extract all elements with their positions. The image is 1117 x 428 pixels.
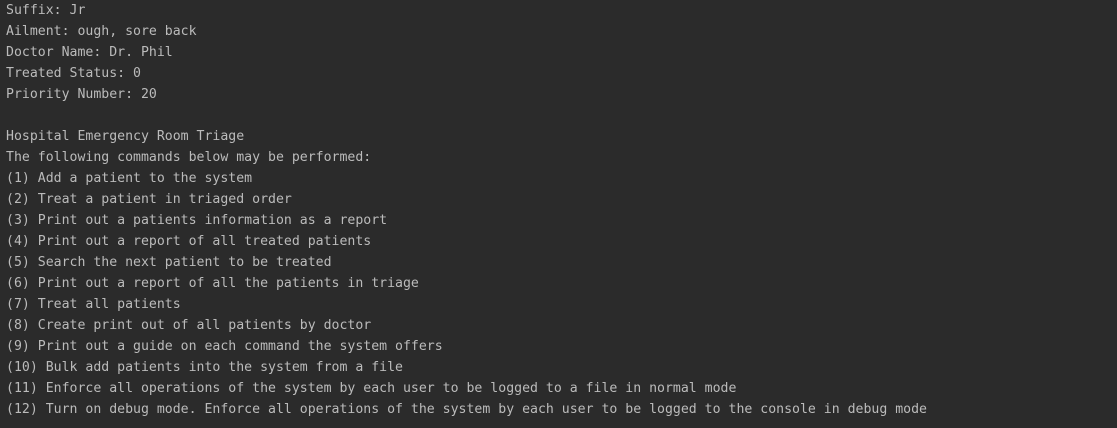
- menu-intro: The following commands below may be perf…: [6, 150, 372, 165]
- console-output: Suffix: Jr Ailment: ough, sore back Doct…: [0, 0, 1117, 428]
- menu-option-9: (9) Print out a guide on each command th…: [6, 339, 443, 354]
- output-line-priority-number: Priority Number: 20: [6, 87, 157, 102]
- menu-option-3: (3) Print out a patients information as …: [6, 213, 388, 228]
- menu-option-7: (7) Treat all patients: [6, 297, 181, 312]
- menu-title: Hospital Emergency Room Triage: [6, 129, 245, 144]
- menu-option-11: (11) Enforce all operations of the syste…: [6, 381, 737, 396]
- output-line-ailment: Ailment: ough, sore back: [6, 24, 197, 39]
- menu-option-8: (8) Create print out of all patients by …: [6, 318, 372, 333]
- menu-option-1: (1) Add a patient to the system: [6, 171, 253, 186]
- menu-option-6: (6) Print out a report of all the patien…: [6, 276, 419, 291]
- menu-option-4: (4) Print out a report of all treated pa…: [6, 234, 372, 249]
- output-line-suffix: Suffix: Jr: [6, 3, 86, 18]
- menu-option-2: (2) Treat a patient in triaged order: [6, 192, 292, 207]
- menu-option-5: (5) Search the next patient to be treate…: [6, 255, 332, 270]
- output-line-doctor-name: Doctor Name: Dr. Phil: [6, 45, 173, 60]
- menu-option-12: (12) Turn on debug mode. Enforce all ope…: [6, 402, 927, 417]
- output-line-blank: [6, 105, 1111, 126]
- output-line-treated-status: Treated Status: 0: [6, 66, 141, 81]
- menu-option-10: (10) Bulk add patients into the system f…: [6, 360, 403, 375]
